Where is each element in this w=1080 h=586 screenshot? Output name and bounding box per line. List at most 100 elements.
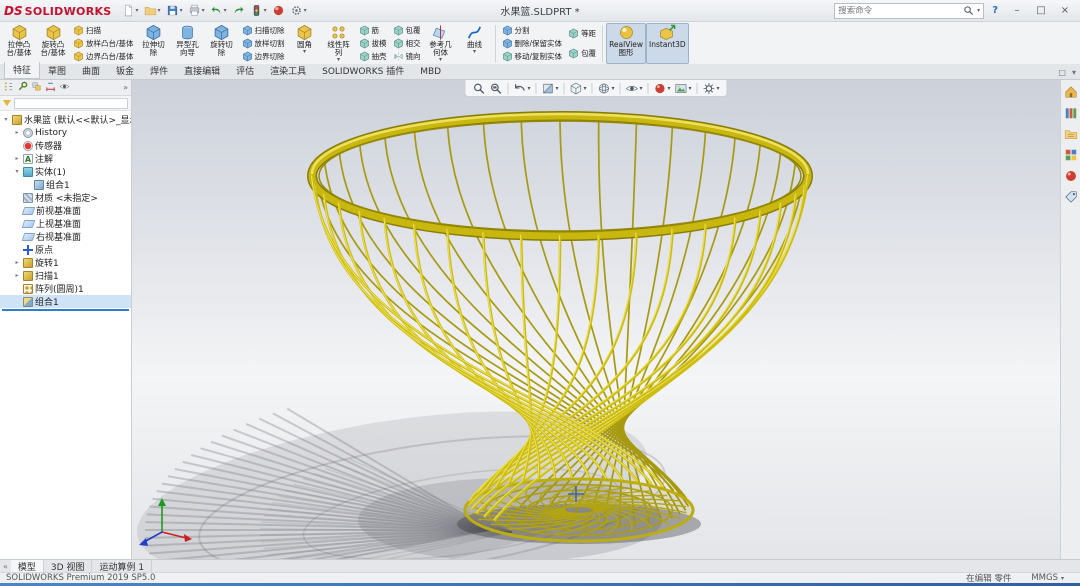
instant3d-button[interactable]: Instant3D: [646, 23, 689, 64]
help-button[interactable]: ?: [990, 5, 1000, 16]
display-style-button[interactable]: ▾: [596, 82, 615, 95]
tree-item-right-plane[interactable]: 右视基准面: [0, 230, 131, 243]
print-button[interactable]: ▾: [186, 3, 207, 18]
document-tab-模型[interactable]: 模型: [10, 560, 44, 573]
previous-view-button[interactable]: ▾: [512, 82, 531, 95]
tree-item-combine1[interactable]: 组合1: [0, 295, 131, 308]
draft-button[interactable]: 拔模: [358, 38, 388, 50]
dropdown-caret-icon[interactable]: ▾: [611, 85, 614, 92]
tree-item-sensors[interactable]: 传感器: [0, 139, 131, 152]
tab-直接编辑[interactable]: 直接编辑: [176, 63, 228, 79]
swept-cut-button[interactable]: 扫描切除: [241, 25, 286, 37]
scroll-tabs-left-icon[interactable]: «: [0, 560, 11, 572]
tree-item-front-plane[interactable]: 前视基准面: [0, 204, 131, 217]
dropdown-caret-icon[interactable]: ▾: [136, 7, 139, 14]
mirror-button[interactable]: 镜向: [392, 51, 422, 63]
tab-MBD[interactable]: MBD: [412, 66, 449, 79]
redo-button[interactable]: [230, 3, 247, 18]
tab-钣金[interactable]: 钣金: [108, 63, 142, 79]
propertymanager-tab[interactable]: [17, 81, 28, 95]
tree-item-history[interactable]: ▸ History: [0, 126, 131, 139]
boundary-cut-button[interactable]: 边界切除: [241, 51, 286, 63]
extruded-boss-button[interactable]: 拉伸凸 台/基体: [2, 23, 36, 64]
tree-item-circular-pattern1[interactable]: 阵列(圆周)1: [0, 282, 131, 295]
dropdown-caret-icon[interactable]: ▾: [689, 85, 692, 92]
expander-icon[interactable]: ▸: [13, 259, 21, 266]
expander-icon[interactable]: ▸: [13, 155, 21, 162]
linear-pattern-button[interactable]: 线性阵列 ▾: [322, 23, 356, 64]
maximize-button[interactable]: □: [1030, 3, 1052, 19]
expander-icon[interactable]: ▸: [13, 129, 21, 136]
revolved-cut-button[interactable]: 旋转切除: [205, 23, 239, 64]
expander-icon[interactable]: ▾: [13, 168, 21, 175]
dropdown-caret-icon[interactable]: ▾: [224, 7, 227, 14]
wrap-button[interactable]: 包覆: [392, 25, 422, 37]
options-button[interactable]: ▾: [288, 3, 309, 18]
displaymanager-tab[interactable]: [59, 81, 70, 95]
tab-评估[interactable]: 评估: [228, 63, 262, 79]
dropdown-caret-icon[interactable]: ▾: [527, 85, 530, 92]
view-settings-button[interactable]: ▾: [702, 82, 721, 95]
tab-SOLIDWORKS 插件[interactable]: SOLIDWORKS 插件: [314, 63, 412, 79]
dropdown-caret-icon[interactable]: ▾: [717, 85, 720, 92]
move-copy-body-button[interactable]: 移动/复制实体: [501, 51, 564, 63]
tab-曲面[interactable]: 曲面: [74, 63, 108, 79]
tab-焊件[interactable]: 焊件: [142, 63, 176, 79]
split-button[interactable]: 分割: [501, 25, 564, 37]
dimxpertmanager-tab[interactable]: [45, 81, 56, 95]
lofted-boss-button[interactable]: 放样凸台/基体: [72, 38, 135, 50]
swept-boss-button[interactable]: 扫描: [72, 25, 135, 37]
tree-item-body-combine1[interactable]: 组合1: [0, 178, 131, 191]
dropdown-caret-icon[interactable]: ▾: [555, 85, 558, 92]
revolved-boss-button[interactable]: 旋转凸 台/基体: [36, 23, 70, 64]
open-document-button[interactable]: ▾: [142, 3, 163, 18]
intersect-button[interactable]: 相交: [392, 38, 422, 50]
expander-icon[interactable]: ▸: [13, 272, 21, 279]
graphics-area[interactable]: ▾ ▾ ▾ ▾ ▾ ▾ ▾ ▾: [132, 80, 1060, 559]
dropdown-caret-icon[interactable]: ▾: [304, 7, 307, 14]
search-caret-icon[interactable]: ▾: [977, 7, 980, 14]
rib-button[interactable]: 筋: [358, 25, 388, 37]
tree-item-top-plane[interactable]: 上视基准面: [0, 217, 131, 230]
document-tab-运动算例 1[interactable]: 运动算例 1: [92, 560, 153, 573]
zoom-to-area-button[interactable]: [488, 82, 503, 95]
tree-item-origin[interactable]: 原点: [0, 243, 131, 256]
dropdown-caret-icon[interactable]: ▾: [473, 49, 476, 55]
edit-appearance-button[interactable]: ▾: [653, 82, 672, 95]
apply-scene-button[interactable]: ▾: [674, 82, 693, 95]
document-tab-3D 视图[interactable]: 3D 视图: [44, 560, 93, 573]
filter-funnel-icon[interactable]: [3, 100, 11, 106]
new-document-button[interactable]: ▾: [120, 3, 141, 18]
units-selector[interactable]: MMGS ▾: [1031, 573, 1064, 583]
dropdown-caret-icon[interactable]: ▾: [583, 85, 586, 92]
tree-item-material[interactable]: 材质 <未指定>: [0, 191, 131, 204]
tab-渲染工具[interactable]: 渲染工具: [262, 63, 314, 79]
dropdown-caret-icon[interactable]: ▾: [668, 85, 671, 92]
fillet-button[interactable]: 圆角 ▾: [288, 23, 322, 64]
delete-keep-body-button[interactable]: 删除/保留实体: [501, 38, 564, 50]
expander-icon[interactable]: ▾: [2, 116, 10, 123]
save-button[interactable]: ▾: [164, 3, 185, 18]
tree-item-root-part[interactable]: ▾ 水果篮 (默认<<默认>_显示状态 1>): [0, 113, 131, 126]
units-caret-icon[interactable]: ▾: [1061, 575, 1064, 582]
featuremanager-tree-tab[interactable]: [3, 81, 14, 95]
tree-item-sweep1[interactable]: ▸ 扫描1: [0, 269, 131, 282]
rebuild-button[interactable]: ▾: [248, 3, 269, 18]
lofted-cut-button[interactable]: 放样切割: [241, 38, 286, 50]
tree-item-solid-bodies[interactable]: ▾ 实体(1): [0, 165, 131, 178]
hide-show-items-button[interactable]: ▾: [625, 82, 644, 95]
tab-草图[interactable]: 草图: [40, 63, 74, 79]
tree-item-annotations[interactable]: ▸ 注解: [0, 152, 131, 165]
custom-properties-button[interactable]: [1064, 190, 1078, 204]
tab-特征[interactable]: 特征: [4, 62, 41, 79]
file-explorer-button[interactable]: [1064, 127, 1078, 141]
undo-button[interactable]: ▾: [208, 3, 229, 18]
filter-field[interactable]: [14, 97, 128, 109]
wrap-2-button[interactable]: 包覆: [567, 47, 597, 59]
minimize-button[interactable]: –: [1006, 3, 1028, 19]
expand-graphics-icon[interactable]: □: [1058, 68, 1066, 77]
reference-geometry-button[interactable]: 参考几 何体 ▾: [424, 23, 458, 64]
tree-item-revolve1[interactable]: ▸ 旋转1: [0, 256, 131, 269]
search-input[interactable]: [838, 5, 961, 16]
command-search-box[interactable]: ▾: [834, 2, 985, 19]
